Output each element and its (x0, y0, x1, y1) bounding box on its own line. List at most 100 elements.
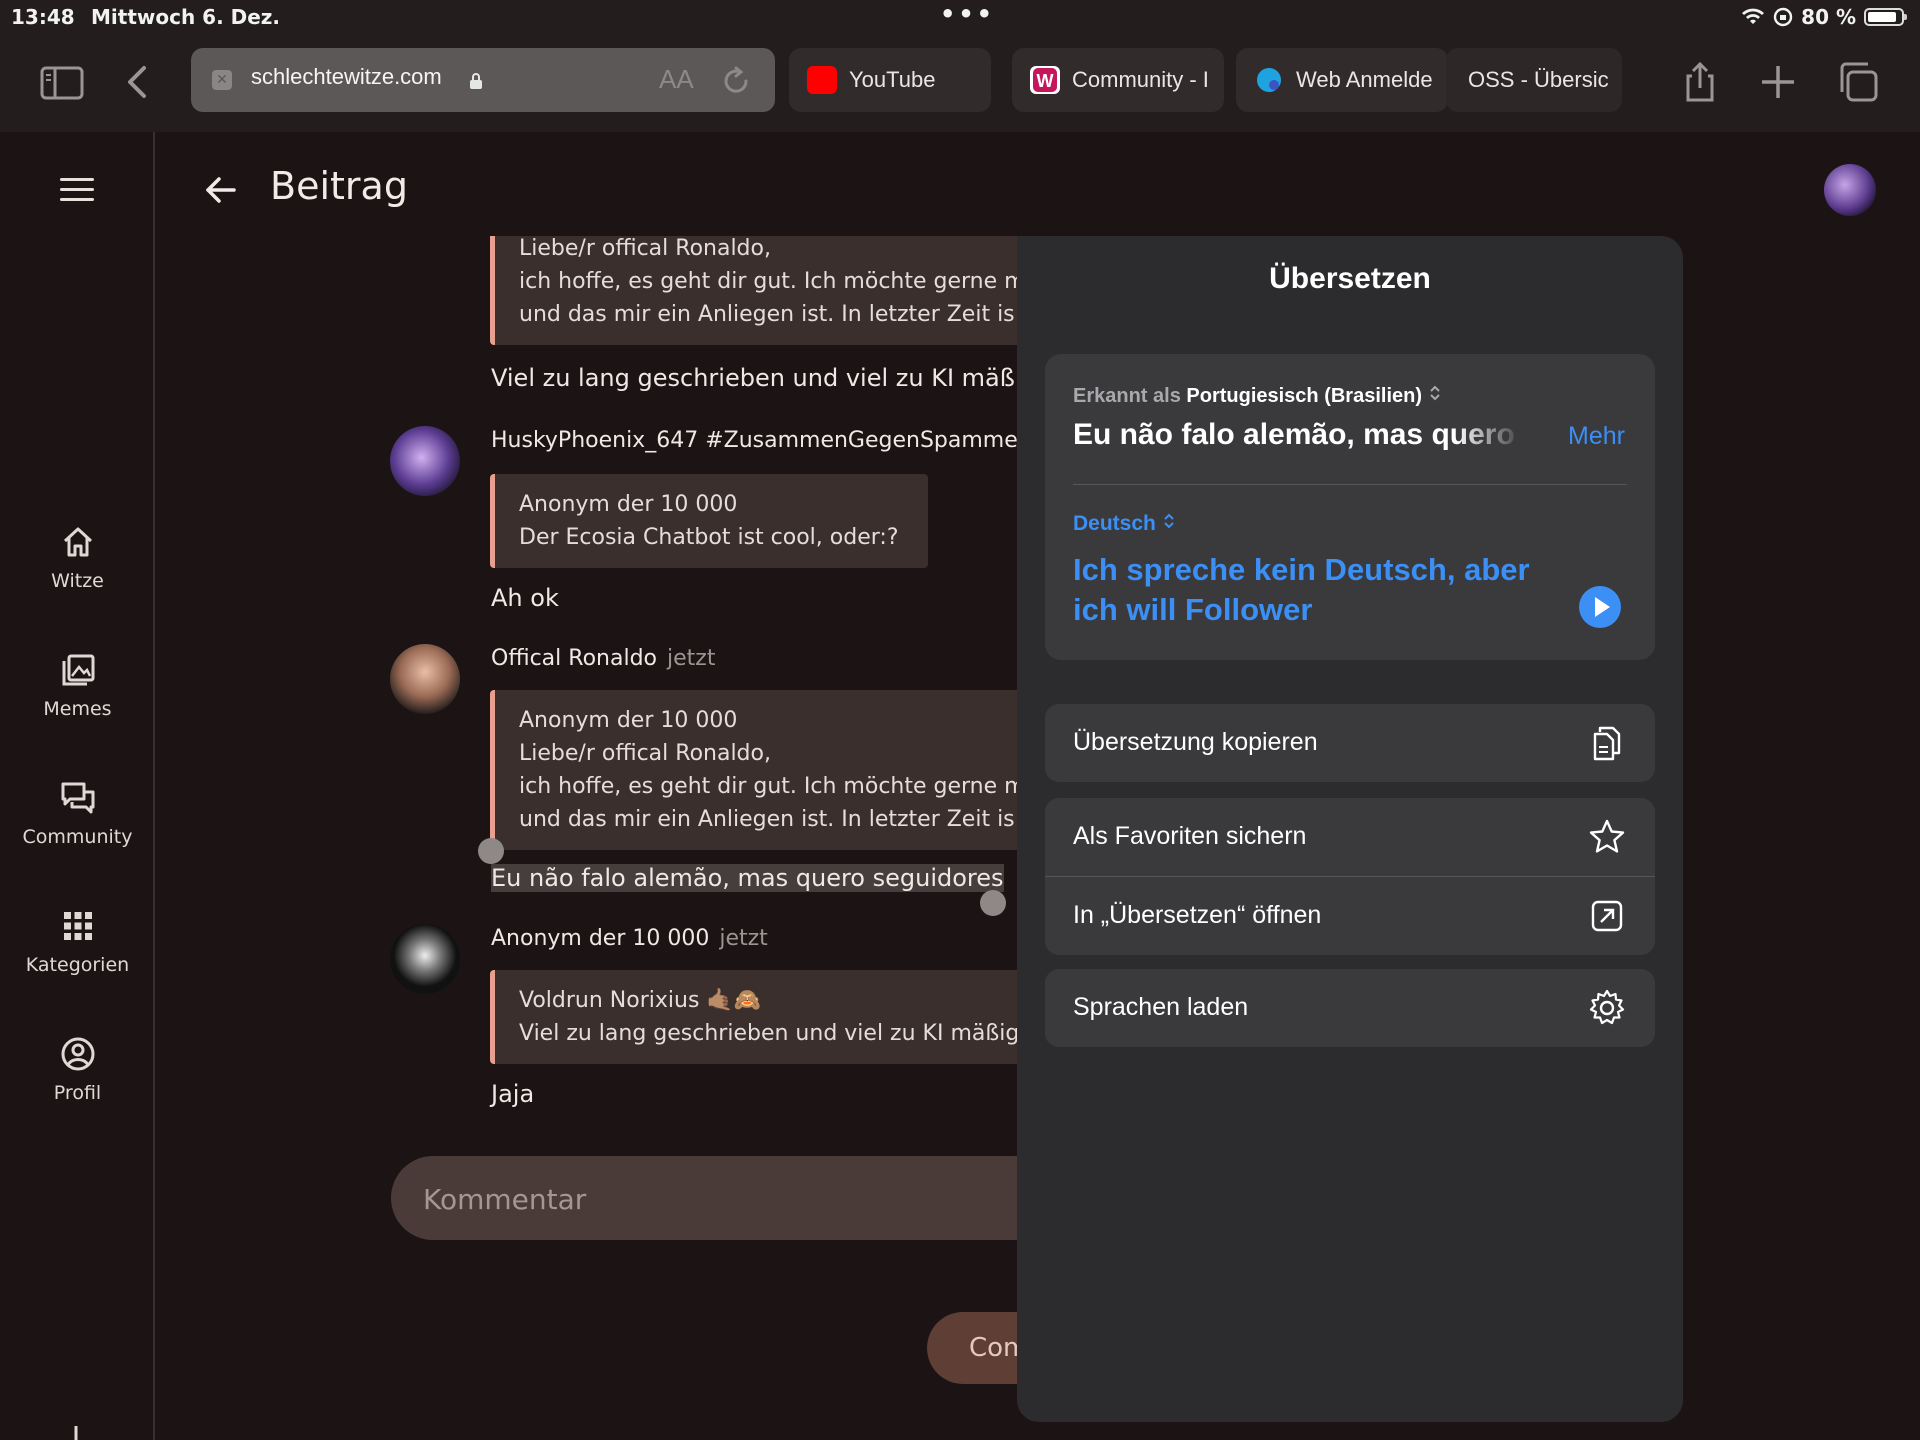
image-gallery-icon (62, 654, 94, 686)
browser-toolbar: ✕ schlechtewitze.com AA YouTube W Commun… (0, 34, 1920, 132)
action-label: Als Favoriten sichern (1073, 822, 1307, 850)
svg-text:W: W (1037, 71, 1054, 91)
status-time: 13:48 (11, 5, 75, 29)
gear-icon (1589, 989, 1625, 1025)
selection-start-handle[interactable] (478, 838, 504, 864)
comment-author[interactable]: Offical Ronaldo jetzt (491, 646, 715, 671)
target-language[interactable]: Deutsch (1073, 512, 1176, 536)
sidebar-item-kategorien[interactable]: Kategorien (0, 908, 155, 976)
comment-author[interactable]: Anonym der 10 000 jetzt (491, 926, 768, 951)
action-label: In „Übersetzen“ öffnen (1073, 901, 1322, 929)
sidebar-item-label: Kategorien (25, 954, 130, 976)
menu-icon[interactable] (60, 178, 94, 208)
quoted-comment: Liebe/r offical Ronaldo, ich hoffe, es g… (490, 236, 1030, 345)
quote-line: ich hoffe, es geht dir gut. Ich möchte g… (519, 269, 1026, 294)
avatar[interactable] (390, 644, 460, 714)
sidebar-item-memes[interactable]: Memes (0, 652, 155, 720)
translation-card: Erkannt als Portugiesisch (Brasilien) Eu… (1045, 354, 1655, 660)
sidebar-item-community[interactable]: Community (0, 780, 155, 848)
tab-youtube[interactable]: YouTube (789, 48, 991, 112)
open-external-icon (1591, 900, 1623, 932)
more-icon[interactable] (66, 1420, 86, 1440)
quote-author: Anonym der 10 000 (519, 492, 738, 517)
grid-icon (63, 912, 92, 940)
battery-percentage: 80 % (1801, 5, 1856, 29)
chevron-updown-icon (1163, 513, 1174, 529)
address-bar[interactable]: ✕ schlechtewitze.com AA (191, 48, 775, 112)
comment-time: jetzt (719, 926, 768, 951)
quoted-comment: Anonym der 10 000 Liebe/r offical Ronald… (490, 690, 1030, 850)
sidebar-item-label: Witze (51, 570, 104, 592)
back-arrow-icon[interactable] (200, 170, 240, 210)
star-icon (1589, 819, 1625, 853)
detected-prefix: Erkannt als (1073, 385, 1181, 407)
tab-oss[interactable]: OSS - Übersic (1446, 48, 1622, 112)
tab-web-anmeldung[interactable]: Web Anmelde (1236, 48, 1448, 112)
author-name[interactable]: Offical Ronaldo (491, 646, 657, 671)
tab-label: Web Anmelde (1296, 67, 1433, 92)
orientation-lock-icon (1773, 7, 1793, 27)
quoted-comment: Voldrun Norixius 🤙🏽🙈 Viel zu lang geschr… (490, 970, 1030, 1064)
url-text[interactable]: schlechtewitze.com (251, 64, 442, 90)
detected-language[interactable]: Erkannt als Portugiesisch (Brasilien) (1073, 384, 1442, 408)
back-icon[interactable] (114, 58, 162, 106)
new-tab-icon[interactable] (1754, 58, 1802, 106)
sidebar-item-label: Memes (43, 698, 112, 720)
tab-overview-icon[interactable] (1834, 58, 1882, 106)
selection-end-handle[interactable] (980, 890, 1006, 916)
download-languages-button[interactable]: Sprachen laden (1045, 969, 1655, 1047)
chevron-updown-icon (1429, 385, 1440, 401)
target-language-name[interactable]: Deutsch (1073, 512, 1156, 535)
quote-author: Anonym der 10 000 (519, 708, 738, 733)
community-logo-icon: W (1030, 66, 1060, 94)
quote-line: Liebe/r offical Ronaldo, (519, 741, 771, 766)
status-right: 80 % (1741, 5, 1907, 29)
avatar[interactable] (390, 924, 460, 994)
quote-line: Liebe/r offical Ronaldo, (519, 236, 771, 261)
comment-text: Jaja (491, 1080, 535, 1108)
translate-popover: Übersetzen Erkannt als Portugiesisch (Br… (1017, 236, 1683, 1422)
quote-line: ich hoffe, es geht dir gut. Ich möchte g… (519, 774, 1026, 799)
home-icon (63, 527, 92, 557)
sidebar-toggle-icon[interactable] (38, 58, 86, 106)
status-bar: 13:48 Mittwoch 6. Dez. ••• 80 % (0, 0, 1920, 34)
reload-icon[interactable] (719, 64, 753, 98)
share-icon[interactable] (1676, 58, 1724, 106)
author-name[interactable]: Anonym der 10 000 (491, 926, 709, 951)
play-icon[interactable] (1579, 586, 1621, 628)
chat-bubbles-icon (61, 782, 94, 814)
popover-title: Übersetzen (1269, 262, 1431, 295)
multitasking-dots[interactable]: ••• (940, 0, 995, 28)
comment-feed: Liebe/r offical Ronaldo, ich hoffe, es g… (390, 236, 1030, 1136)
quoted-comment: Anonym der 10 000 Der Ecosia Chatbot ist… (490, 474, 928, 568)
detected-language-name[interactable]: Portugiesisch (Brasilien) (1186, 385, 1422, 407)
quote-author: Voldrun Norixius 🤙🏽🙈 (519, 988, 762, 1013)
source-text: Eu não falo alemão, mas quero (1073, 418, 1515, 451)
translated-text: Ich spreche kein Deutsch, aber ich will … (1073, 552, 1530, 627)
tab-label: Community - I (1072, 67, 1209, 92)
page-title: Beitrag (270, 164, 408, 208)
web-login-icon (1254, 66, 1284, 94)
quote-line: Der Ecosia Chatbot ist cool, oder:? (519, 525, 899, 550)
sidebar-item-profil[interactable]: Profil (0, 1036, 155, 1104)
comment-time: jetzt (667, 646, 716, 671)
selected-text[interactable]: Eu não falo alemão, mas quero seguidores (491, 864, 1004, 892)
sidebar-item-label: Community (22, 826, 133, 848)
comment-input[interactable] (421, 1178, 985, 1220)
user-circle-icon (61, 1037, 94, 1071)
comment-author[interactable]: HuskyPhoenix_647 #ZusammenGegenSpammer (491, 428, 1027, 453)
sidebar-item-witze[interactable]: Witze (0, 524, 155, 592)
battery-icon (1864, 8, 1907, 26)
reader-options-button[interactable]: AA (659, 64, 694, 95)
save-favorite-button[interactable]: Als Favoriten sichern (1045, 798, 1655, 876)
avatar[interactable] (390, 426, 460, 496)
action-label: Übersetzung kopieren (1073, 728, 1318, 756)
more-button[interactable]: Mehr (1568, 422, 1625, 451)
open-in-translate-button[interactable]: In „Übersetzen“ öffnen (1045, 877, 1655, 955)
tab-community[interactable]: W Community - I (1012, 48, 1224, 112)
copy-translation-button[interactable]: Übersetzung kopieren (1045, 704, 1655, 782)
tab-label: YouTube (849, 67, 936, 92)
user-avatar[interactable] (1824, 164, 1876, 216)
comment-text[interactable]: Eu não falo alemão, mas quero seguidores (491, 864, 1004, 892)
quote-line: und das mir ein Anliegen ist. In letzter… (519, 302, 1015, 327)
